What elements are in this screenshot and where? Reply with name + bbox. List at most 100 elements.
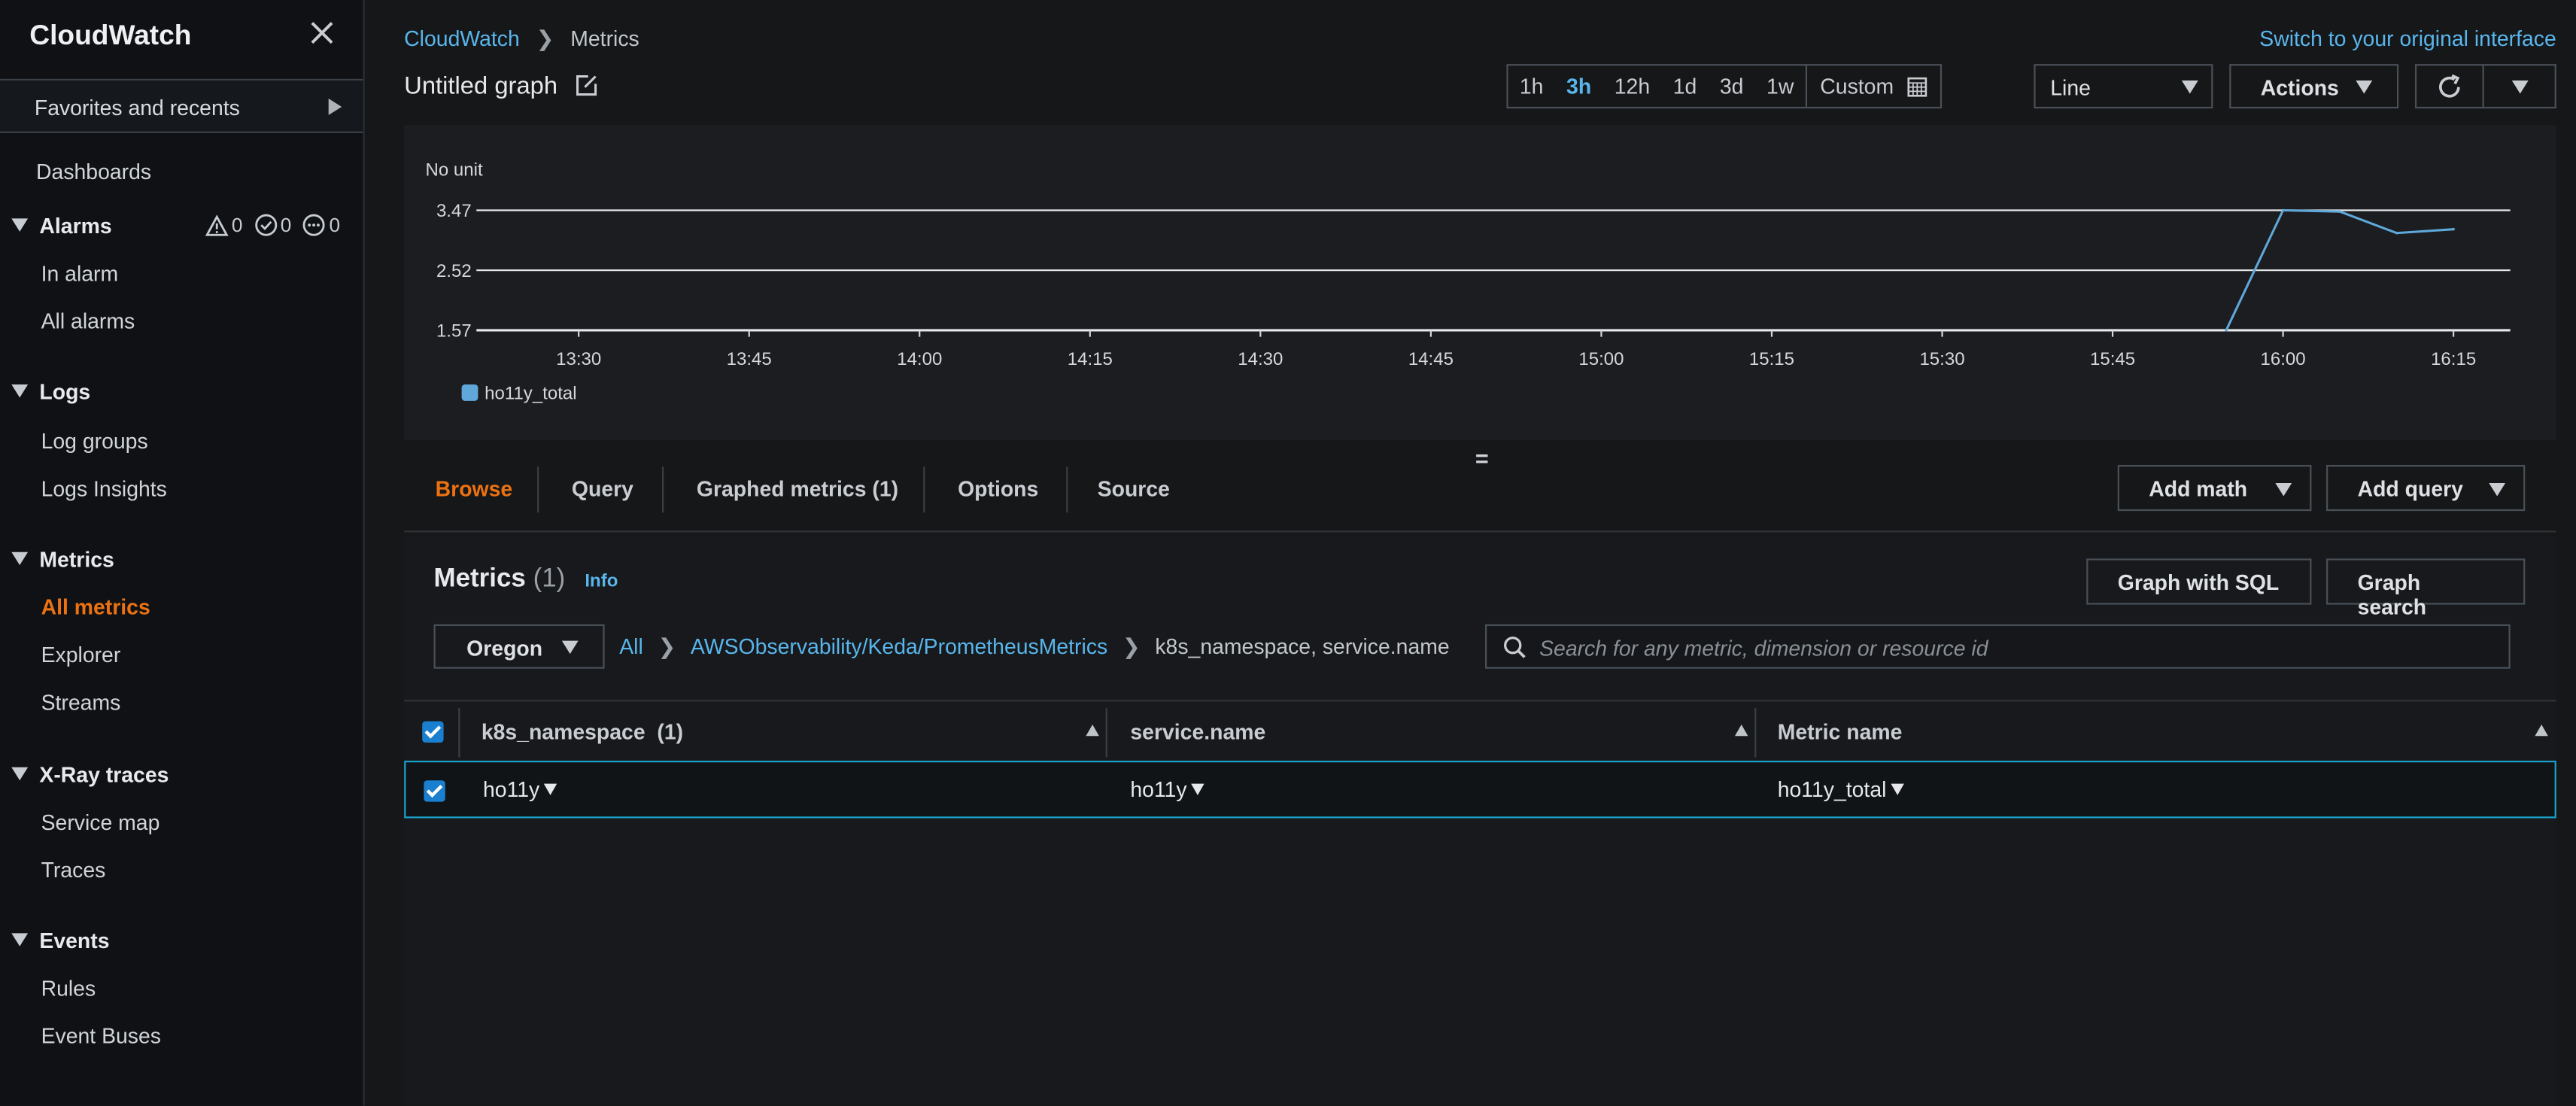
data-point bbox=[2225, 329, 2228, 332]
sort-icon[interactable] bbox=[1086, 724, 1099, 737]
legend[interactable]: ho11y_total bbox=[461, 384, 577, 404]
metric-search-input[interactable]: Search for any metric, dimension or reso… bbox=[1485, 624, 2511, 669]
namespace-breadcrumb: All ❯ AWSObservability/Keda/PrometheusMetr… bbox=[619, 634, 1449, 661]
range-3d[interactable]: 3d bbox=[1709, 65, 1755, 107]
x-tick-label: 15:45 bbox=[2090, 349, 2135, 369]
column-k8s-namespace[interactable]: k8s_namespace (1) bbox=[481, 719, 683, 744]
sidebar-item-service-map[interactable]: Service map bbox=[41, 810, 160, 835]
x-tick-label: 16:15 bbox=[2431, 349, 2476, 369]
select-all-checkbox[interactable] bbox=[422, 721, 444, 743]
range-custom[interactable]: Custom bbox=[1805, 65, 1940, 107]
close-icon[interactable] bbox=[309, 20, 336, 46]
breadcrumb-cloudwatch[interactable]: CloudWatch bbox=[404, 26, 520, 51]
graph-search-button[interactable]: Graph search bbox=[2326, 558, 2526, 619]
caret-down-icon bbox=[11, 384, 29, 398]
chart-type-select[interactable]: Line bbox=[2034, 64, 2213, 109]
time-range-selector: 1h 3h 12h 1d 3d 1w Custom bbox=[1506, 64, 1942, 109]
tab-query[interactable]: Query bbox=[572, 476, 633, 501]
data-point bbox=[2338, 210, 2341, 213]
actions-label: Actions bbox=[2260, 75, 2339, 101]
calendar-icon bbox=[1906, 76, 1927, 96]
refresh-icon bbox=[2439, 74, 2460, 98]
sidebar-item-log-groups[interactable]: Log groups bbox=[41, 429, 148, 454]
legend-swatch bbox=[461, 384, 478, 401]
caret-down-icon bbox=[11, 767, 29, 781]
filter-dropdown-icon[interactable] bbox=[544, 783, 558, 795]
tab-options[interactable]: Options bbox=[958, 476, 1038, 501]
filter-dropdown-icon[interactable] bbox=[1192, 783, 1205, 795]
breadcrumb-all[interactable]: All bbox=[619, 634, 643, 659]
switch-interface-link[interactable]: Switch to your original interface bbox=[2259, 26, 2556, 51]
caret-down-icon bbox=[11, 218, 29, 232]
sidebar-item-all-metrics[interactable]: All metrics bbox=[41, 594, 150, 619]
sidebar-item-streams[interactable]: Streams bbox=[41, 690, 121, 715]
column-service-name[interactable]: service.name bbox=[1130, 719, 1265, 744]
cell-metric-value: ho11y_total bbox=[1777, 776, 1887, 802]
x-tick-label: 16:00 bbox=[2261, 349, 2306, 369]
breadcrumb-namespace[interactable]: AWSObservability/Keda/PrometheusMetrics bbox=[691, 634, 1107, 659]
add-query-button[interactable]: Add query bbox=[2326, 464, 2526, 512]
alarm-counts: 0 0 0 bbox=[205, 213, 341, 237]
data-point bbox=[2395, 231, 2398, 235]
caret-right-icon bbox=[328, 99, 342, 115]
sidebar-item-in-alarm[interactable]: In alarm bbox=[41, 261, 119, 286]
sidebar-item-dashboards[interactable]: Dashboards bbox=[36, 160, 151, 184]
range-12h[interactable]: 12h bbox=[1602, 65, 1661, 107]
sidebar-item-traces[interactable]: Traces bbox=[41, 858, 106, 883]
add-math-button[interactable]: Add math bbox=[2117, 464, 2312, 512]
tab-source[interactable]: Source bbox=[1098, 476, 1170, 501]
tab-divider bbox=[537, 466, 539, 513]
range-3h[interactable]: 3h bbox=[1555, 65, 1603, 107]
range-1w[interactable]: 1w bbox=[1755, 65, 1806, 107]
chevron-right-icon: ❯ bbox=[536, 26, 554, 51]
metrics-browser: Metrics (1) Info Graph with SQL Graph se… bbox=[404, 535, 2556, 1106]
refresh-button[interactable] bbox=[2414, 64, 2484, 109]
table-row[interactable]: ho11y ho11y ho11y_total bbox=[404, 761, 2556, 819]
graph-title: Untitled graph bbox=[404, 72, 558, 101]
range-1h[interactable]: 1h bbox=[1508, 65, 1555, 107]
sort-icon[interactable] bbox=[1734, 724, 1748, 737]
info-link[interactable]: Info bbox=[585, 572, 618, 591]
sidebar-section-label: Metrics bbox=[39, 547, 114, 572]
caret-down-icon bbox=[2356, 80, 2373, 94]
check-circle-icon bbox=[254, 214, 277, 236]
x-tick-label: 15:15 bbox=[1749, 349, 1794, 369]
sidebar-item-explorer[interactable]: Explorer bbox=[41, 643, 121, 667]
sidebar-item-all-alarms[interactable]: All alarms bbox=[41, 309, 135, 334]
tab-browse[interactable]: Browse bbox=[436, 476, 513, 501]
range-1d[interactable]: 1d bbox=[1661, 65, 1708, 107]
sidebar-section-logs[interactable]: Logs bbox=[11, 379, 90, 404]
region-select[interactable]: Oregon bbox=[433, 624, 605, 669]
sort-icon[interactable] bbox=[2535, 724, 2548, 737]
filter-dropdown-icon[interactable] bbox=[1891, 783, 1905, 795]
y-grid: 3.47 2.52 1.57 bbox=[436, 201, 2511, 342]
alarm-count-insufficient: 0 bbox=[329, 213, 341, 237]
sidebar-section-events[interactable]: Events bbox=[11, 928, 110, 953]
caret-down-icon bbox=[561, 640, 579, 655]
ellipsis-circle-icon bbox=[303, 214, 326, 236]
tab-graphed-metrics[interactable]: Graphed metrics (1) bbox=[697, 476, 898, 501]
sidebar-item-rules[interactable]: Rules bbox=[41, 976, 96, 1001]
refresh-options-button[interactable] bbox=[2483, 64, 2556, 109]
sidebar-section-alarms[interactable]: Alarms bbox=[11, 213, 112, 239]
chevron-right-icon: ❯ bbox=[1122, 634, 1141, 659]
x-tick-label: 15:00 bbox=[1578, 349, 1624, 369]
x-tick-label: 14:15 bbox=[1068, 349, 1113, 369]
sidebar-item-logs-insights[interactable]: Logs Insights bbox=[41, 476, 167, 501]
sidebar-section-xray[interactable]: X-Ray traces bbox=[11, 762, 169, 787]
column-metric-name[interactable]: Metric name bbox=[1778, 719, 1903, 744]
caret-down-icon bbox=[2181, 80, 2198, 94]
sidebar-section-label: Alarms bbox=[39, 213, 112, 239]
data-point bbox=[2281, 208, 2285, 212]
sidebar-title: CloudWatch bbox=[29, 20, 192, 51]
actions-button[interactable]: Actions bbox=[2229, 64, 2399, 109]
graph-with-sql-button[interactable]: Graph with SQL bbox=[2086, 558, 2312, 605]
chevron-right-icon: ❯ bbox=[658, 634, 676, 659]
sidebar-section-metrics[interactable]: Metrics bbox=[11, 547, 114, 572]
sidebar-item-event-buses[interactable]: Event Buses bbox=[41, 1023, 161, 1048]
y-tick-label: 2.52 bbox=[436, 261, 472, 281]
row-checkbox[interactable] bbox=[424, 780, 445, 802]
edit-icon[interactable] bbox=[575, 74, 598, 97]
favorites-and-recents[interactable]: Favorites and recents bbox=[0, 78, 363, 133]
cell-service-name: ho11y bbox=[1130, 777, 1205, 802]
